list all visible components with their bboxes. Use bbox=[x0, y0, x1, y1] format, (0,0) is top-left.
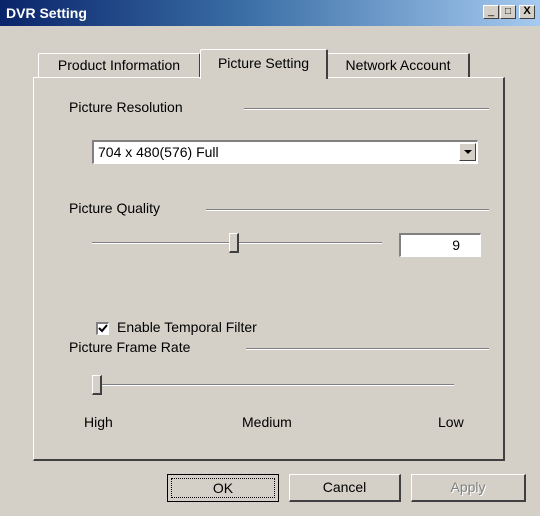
maximize-icon: □ bbox=[504, 6, 512, 17]
picture-quality-label: Picture Quality bbox=[69, 200, 161, 216]
apply-button-label: Apply bbox=[450, 479, 486, 495]
section-divider bbox=[246, 348, 489, 350]
ok-button-label: OK bbox=[171, 478, 275, 498]
checkmark-icon bbox=[98, 324, 108, 333]
section-divider bbox=[244, 108, 489, 110]
tab-network-account[interactable]: Network Account bbox=[327, 53, 470, 77]
window-title: DVR Setting bbox=[6, 5, 87, 21]
quality-slider-thumb[interactable] bbox=[229, 233, 240, 253]
cancel-button-label: Cancel bbox=[322, 479, 367, 495]
tab-label: Product Information bbox=[57, 57, 181, 73]
close-button[interactable]: X bbox=[519, 5, 535, 19]
frame-rate-tick-medium: Medium bbox=[242, 414, 292, 430]
frame-rate-label: Picture Frame Rate bbox=[69, 339, 191, 355]
tab-picture-setting[interactable]: Picture Setting bbox=[200, 49, 328, 79]
apply-button[interactable]: Apply bbox=[411, 474, 526, 502]
dvr-setting-window: DVR Setting _ □ X Product Information Pi… bbox=[0, 0, 540, 516]
ok-button[interactable]: OK bbox=[167, 474, 279, 502]
picture-resolution-label: Picture Resolution bbox=[69, 99, 183, 115]
frame-rate-slider-thumb[interactable] bbox=[92, 375, 102, 395]
tab-product-information[interactable]: Product Information bbox=[38, 53, 201, 77]
title-bar[interactable]: DVR Setting _ □ X bbox=[0, 0, 540, 26]
temporal-filter-label: Enable Temporal Filter bbox=[117, 319, 257, 335]
maximize-button[interactable]: □ bbox=[500, 5, 516, 19]
close-icon: X bbox=[523, 5, 531, 17]
minimize-button[interactable]: _ bbox=[483, 5, 499, 19]
picture-setting-panel: Picture Resolution 704 x 480(576) Full P… bbox=[33, 77, 505, 461]
frame-rate-tick-high: High bbox=[84, 414, 113, 430]
chevron-down-icon[interactable] bbox=[459, 143, 476, 161]
tab-label: Network Account bbox=[345, 57, 451, 73]
section-divider bbox=[206, 209, 489, 211]
temporal-filter-checkbox[interactable] bbox=[96, 322, 109, 335]
tab-label: Picture Setting bbox=[217, 55, 310, 71]
resolution-selected-value: 704 x 480(576) Full bbox=[98, 144, 219, 160]
frame-rate-slider-track[interactable] bbox=[92, 384, 454, 386]
resolution-dropdown[interactable]: 704 x 480(576) Full bbox=[92, 140, 478, 164]
cancel-button[interactable]: Cancel bbox=[289, 474, 401, 502]
minimize-icon: _ bbox=[487, 5, 495, 17]
frame-rate-tick-low: Low bbox=[438, 414, 464, 430]
quality-value-field[interactable]: 9 bbox=[399, 233, 481, 257]
